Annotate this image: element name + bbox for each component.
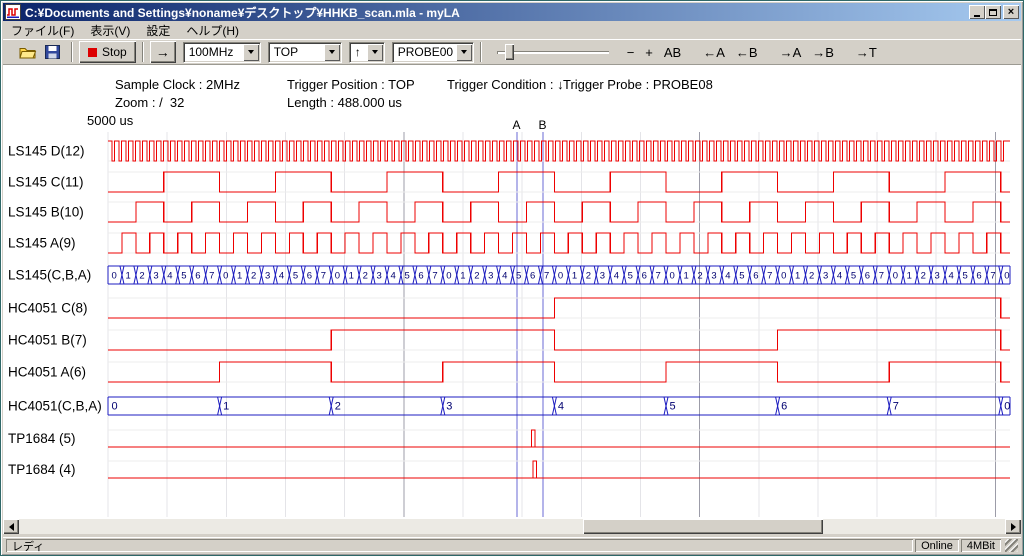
sample-rate-value: 100MHz <box>184 45 243 59</box>
maximize-icon <box>989 9 997 16</box>
stop-button[interactable]: Stop <box>79 41 136 63</box>
waveform-client-area <box>3 65 1021 519</box>
chevron-down-icon[interactable] <box>324 44 340 61</box>
menu-help[interactable]: ヘルプ(H) <box>178 21 247 40</box>
trigger-probe-value: PROBE00 <box>393 45 456 59</box>
trigger-edge-combo[interactable]: ↑ <box>349 42 385 63</box>
toolbar-separator <box>480 42 482 62</box>
left-arrow-icon <box>9 523 14 531</box>
horizontal-scrollbar[interactable] <box>3 519 1021 534</box>
window-title: C:¥Documents and Settings¥noname¥デスクトップ¥… <box>25 4 969 21</box>
open-button[interactable] <box>15 41 40 63</box>
menu-file[interactable]: ファイル(F) <box>3 21 82 40</box>
chevron-down-icon[interactable] <box>456 44 472 61</box>
menu-settings[interactable]: 設定 <box>138 21 178 40</box>
app-window: C:¥Documents and Settings¥noname¥デスクトップ¥… <box>0 0 1024 556</box>
resize-grip[interactable] <box>1005 539 1018 552</box>
move-cursor-a-button[interactable]: →A <box>776 43 806 62</box>
sample-clock-text: Sample Clock : 2MHz <box>115 77 240 92</box>
goto-cursor-b-button[interactable]: ←B <box>732 43 762 62</box>
zoom-slider[interactable] <box>497 41 609 63</box>
trigger-probe-combo[interactable]: PROBE00 <box>392 42 474 63</box>
trigger-position-text: Trigger Position : TOP <box>287 77 415 92</box>
status-ready-pane: レディ <box>6 539 913 552</box>
goto-trigger-button[interactable]: →T <box>852 43 881 62</box>
toolbar: Stop → 100MHz TOP ↑ PROBE00 − + AB ←A ←B <box>3 39 1021 65</box>
move-cursor-b-button[interactable]: →B <box>808 43 838 62</box>
scroll-right-button[interactable] <box>1005 519 1021 534</box>
stop-icon <box>88 48 97 57</box>
trigger-condition-text: Trigger Condition : ↓ <box>447 77 564 92</box>
length-text: Length : 488.000 us <box>287 95 402 110</box>
sample-rate-combo[interactable]: 100MHz <box>183 42 261 63</box>
stop-label: Stop <box>102 45 127 59</box>
ab-button[interactable]: AB <box>660 43 685 62</box>
zoom-in-button[interactable]: + <box>641 43 657 62</box>
right-arrow-icon <box>1011 523 1016 531</box>
goto-cursor-a-button[interactable]: ←A <box>699 43 729 62</box>
close-button[interactable]: × <box>1003 5 1019 19</box>
minimize-icon <box>974 15 980 17</box>
chevron-down-icon[interactable] <box>243 44 259 61</box>
zoom-text: Zoom : / 32 <box>115 95 184 110</box>
scrollbar-thumb[interactable] <box>583 519 823 534</box>
zoom-out-button[interactable]: − <box>623 43 639 62</box>
slider-thumb[interactable] <box>505 44 514 60</box>
statusbar: レディ Online 4MBit <box>3 537 1021 553</box>
menu-view[interactable]: 表示(V) <box>82 21 138 40</box>
scroll-left-button[interactable] <box>3 519 19 534</box>
floppy-icon <box>45 45 60 59</box>
open-folder-icon <box>19 45 37 59</box>
toolbar-separator <box>142 42 144 62</box>
status-memory-pane: 4MBit <box>961 539 1001 552</box>
maximize-button[interactable] <box>985 5 1001 19</box>
trigger-probe-text: Trigger Probe : PROBE08 <box>563 77 713 92</box>
trigger-edge-value: ↑ <box>350 45 367 59</box>
menubar: ファイル(F) 表示(V) 設定 ヘルプ(H) <box>3 21 1021 39</box>
minimize-button[interactable] <box>969 5 985 19</box>
chevron-down-icon[interactable] <box>367 44 383 61</box>
status-online-pane: Online <box>915 539 959 552</box>
toolbar-separator <box>71 42 73 62</box>
titlebar: C:¥Documents and Settings¥noname¥デスクトップ¥… <box>3 3 1021 21</box>
trigger-position-combo[interactable]: TOP <box>268 42 342 63</box>
app-icon <box>5 4 21 20</box>
trigger-position-value: TOP <box>269 45 324 59</box>
run-button[interactable]: → <box>150 41 176 63</box>
save-button[interactable] <box>40 41 65 63</box>
